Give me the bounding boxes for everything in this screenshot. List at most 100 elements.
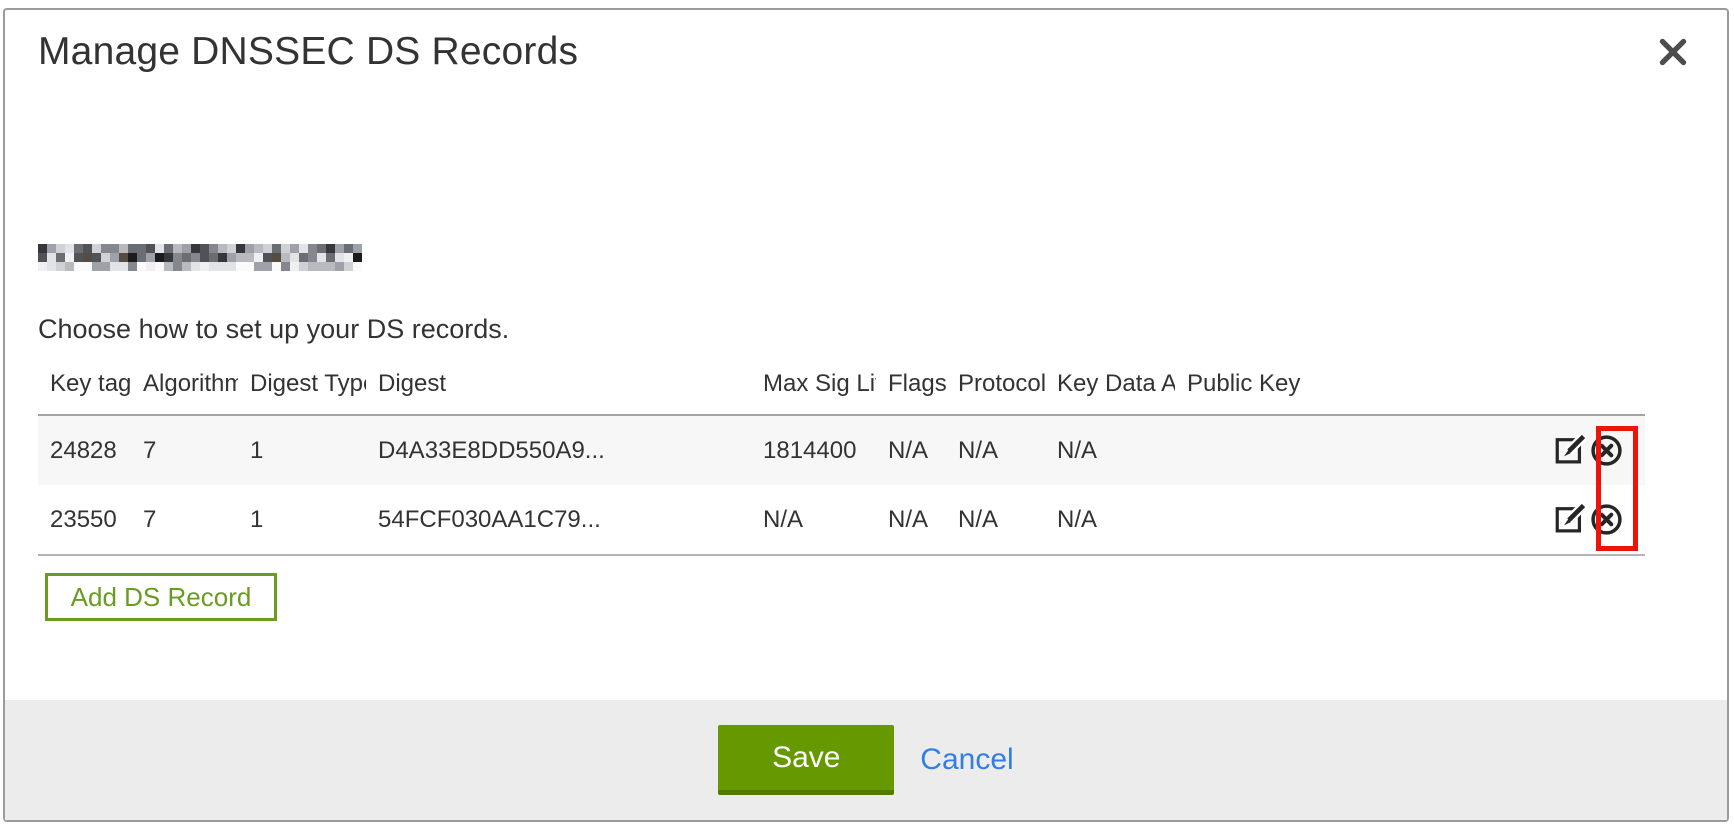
redacted-pixel [83, 253, 92, 262]
redacted-pixel [317, 262, 326, 271]
redacted-pixel [299, 244, 308, 253]
redacted-pixel [299, 262, 308, 271]
redacted-pixel [326, 253, 335, 262]
add-ds-record-button[interactable]: Add DS Record [45, 573, 277, 621]
redacted-pixel [191, 262, 200, 271]
redacted-pixel [263, 253, 272, 262]
redacted-pixel [155, 262, 164, 271]
cell-max-sig-life: 1814400 [751, 415, 876, 485]
redacted-pixel [245, 262, 254, 271]
cell-flags: N/A [876, 485, 946, 555]
redacted-domain [38, 244, 362, 271]
redacted-pixel [128, 253, 137, 262]
table-header-row: Key tag Algorithm Digest Type Digest Max… [38, 360, 1645, 415]
redacted-pixel [281, 262, 290, 271]
table-row: 24828 7 1 D4A33E8DD550A9... 1814400 N/A … [38, 415, 1645, 485]
redacted-pixel [218, 253, 227, 262]
redacted-pixel [236, 244, 245, 253]
redacted-pixel [83, 262, 92, 271]
cancel-link[interactable]: Cancel [920, 743, 1013, 777]
redacted-pixel [119, 262, 128, 271]
subtitle: Choose how to set up your DS records. [38, 314, 509, 345]
redacted-pixel [272, 244, 281, 253]
redacted-pixel [209, 253, 218, 262]
redacted-pixel [218, 262, 227, 271]
redacted-pixel [200, 244, 209, 253]
redacted-pixel [128, 262, 137, 271]
redacted-pixel [101, 253, 110, 262]
cell-public-key [1175, 485, 1548, 555]
redacted-pixel [200, 262, 209, 271]
redacted-pixel [101, 262, 110, 271]
redacted-pixel [146, 244, 155, 253]
redacted-pixel [47, 262, 56, 271]
cell-max-sig-life: N/A [751, 485, 876, 555]
footer: Save Cancel [5, 700, 1727, 820]
ds-records-table: Key tag Algorithm Digest Type Digest Max… [38, 360, 1645, 556]
redacted-pixel [146, 253, 155, 262]
edit-icon[interactable] [1552, 433, 1587, 468]
cell-algorithm: 7 [131, 485, 238, 555]
redacted-pixel [281, 253, 290, 262]
cell-digest-type: 1 [238, 415, 366, 485]
close-icon[interactable] [1655, 34, 1691, 70]
redacted-pixel [200, 253, 209, 262]
redacted-pixel [74, 244, 83, 253]
redacted-pixel [191, 253, 200, 262]
save-button[interactable]: Save [718, 725, 894, 795]
redacted-pixel [155, 253, 164, 262]
cell-digest: D4A33E8DD550A9... [366, 415, 751, 485]
redacted-pixel [164, 253, 173, 262]
redacted-pixel [290, 244, 299, 253]
redacted-pixel [245, 244, 254, 253]
redacted-pixel [344, 244, 353, 253]
redacted-pixel [65, 253, 74, 262]
redacted-pixel [110, 244, 119, 253]
redacted-pixel [326, 262, 335, 271]
delete-icon[interactable] [1589, 433, 1624, 468]
redacted-pixel [191, 244, 200, 253]
column-header-key-data-alg: Key Data Alg [1045, 360, 1175, 415]
edit-icon[interactable] [1552, 502, 1587, 537]
redacted-pixel [227, 262, 236, 271]
cell-actions [1548, 485, 1645, 555]
redacted-pixel [137, 244, 146, 253]
redacted-pixel [74, 262, 83, 271]
redacted-pixel [209, 262, 218, 271]
redacted-pixel [173, 262, 182, 271]
delete-icon[interactable] [1589, 502, 1624, 537]
redacted-pixel [164, 262, 173, 271]
redacted-pixel [47, 253, 56, 262]
redacted-pixel [38, 262, 47, 271]
column-header-protocol: Protocol [946, 360, 1045, 415]
redacted-pixel [326, 244, 335, 253]
redacted-pixel [182, 262, 191, 271]
redacted-pixel [155, 244, 164, 253]
redacted-pixel [308, 253, 317, 262]
redacted-pixel [38, 244, 47, 253]
column-header-flags: Flags [876, 360, 946, 415]
redacted-pixel [47, 244, 56, 253]
redacted-pixel [353, 244, 362, 253]
redacted-pixel [65, 262, 74, 271]
redacted-pixel [353, 253, 362, 262]
column-header-digest: Digest [366, 360, 751, 415]
redacted-pixel [146, 262, 155, 271]
redacted-pixel [209, 244, 218, 253]
redacted-pixel [101, 244, 110, 253]
redacted-pixel [92, 253, 101, 262]
column-header-actions [1548, 360, 1645, 415]
redacted-pixel [137, 262, 146, 271]
redacted-pixel [290, 262, 299, 271]
redacted-pixel [137, 253, 146, 262]
redacted-pixel [110, 253, 119, 262]
redacted-pixel [263, 262, 272, 271]
redacted-pixel [299, 253, 308, 262]
cell-algorithm: 7 [131, 415, 238, 485]
cell-flags: N/A [876, 415, 946, 485]
redacted-pixel [92, 244, 101, 253]
redacted-pixel [56, 244, 65, 253]
redacted-pixel [317, 253, 326, 262]
redacted-pixel [335, 253, 344, 262]
redacted-pixel [83, 244, 92, 253]
